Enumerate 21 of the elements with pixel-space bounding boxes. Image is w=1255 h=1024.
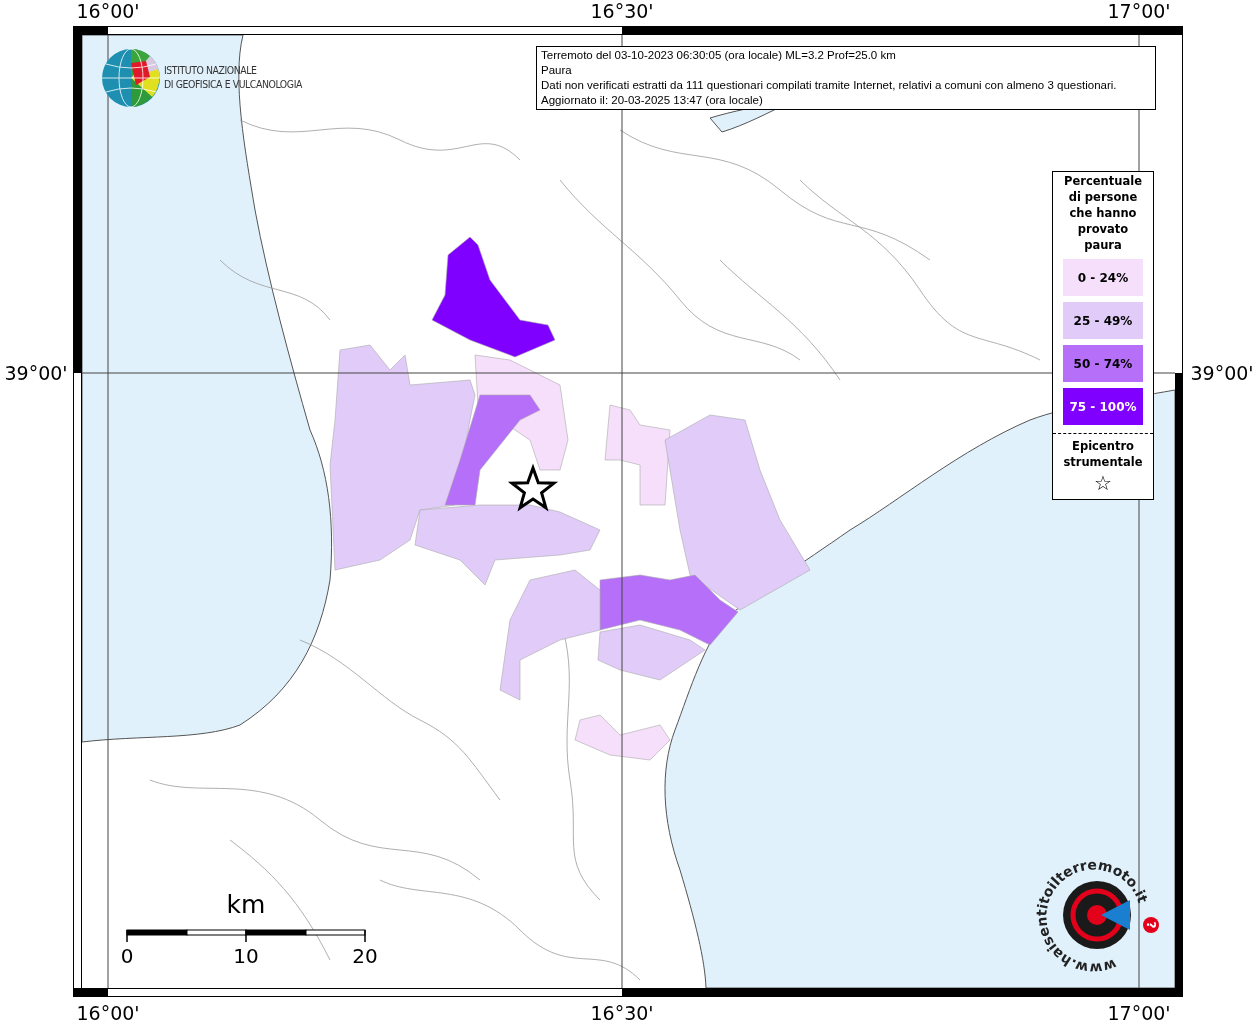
longitude-label: 16°00' xyxy=(76,1002,140,1024)
latitude-label: 39°00' xyxy=(4,362,68,384)
legend-swatch: 75 - 100% xyxy=(1063,388,1143,425)
scale-unit-label: km xyxy=(226,890,266,919)
longitude-label: 16°30' xyxy=(590,1002,654,1024)
epicenter-legend-label: Epicentro strumentale xyxy=(1062,438,1144,470)
star-symbol: ☆ xyxy=(1094,472,1112,494)
institute-name: ISTITUTO NAZIONALE DI GEOFISICA E VULCANOLOGIA xyxy=(164,64,302,92)
scale-tick-label: 10 xyxy=(233,944,259,968)
legend-title: Percentuale di persone che hanno provato paura xyxy=(1063,173,1143,253)
legend-swatch: 0 - 24% xyxy=(1063,259,1143,296)
longitude-label: 16°00' xyxy=(76,0,140,22)
legend-swatch: 25 - 49% xyxy=(1063,302,1143,339)
latitude-label: 39°00' xyxy=(1190,362,1254,384)
longitude-label: 17°00' xyxy=(1107,0,1171,22)
longitude-label: 16°30' xyxy=(590,0,654,22)
scale-tick-label: 20 xyxy=(352,944,378,968)
legend-swatch: 50 - 74% xyxy=(1063,345,1143,382)
scale-tick-label: 0 xyxy=(120,944,134,968)
longitude-label: 17°00' xyxy=(1107,1002,1171,1024)
info-box: Terremoto del 03-10-2023 06:30:05 (ora locale) ML=3.2 Prof=25.0 km Paura Dati non verificati estratti da 111 questionari compilati tramite Internet, relativi a comuni con almeno 3 questionari. Aggiornato il: 20-03-2025 13:47 (ora locale) xyxy=(536,46,1156,110)
